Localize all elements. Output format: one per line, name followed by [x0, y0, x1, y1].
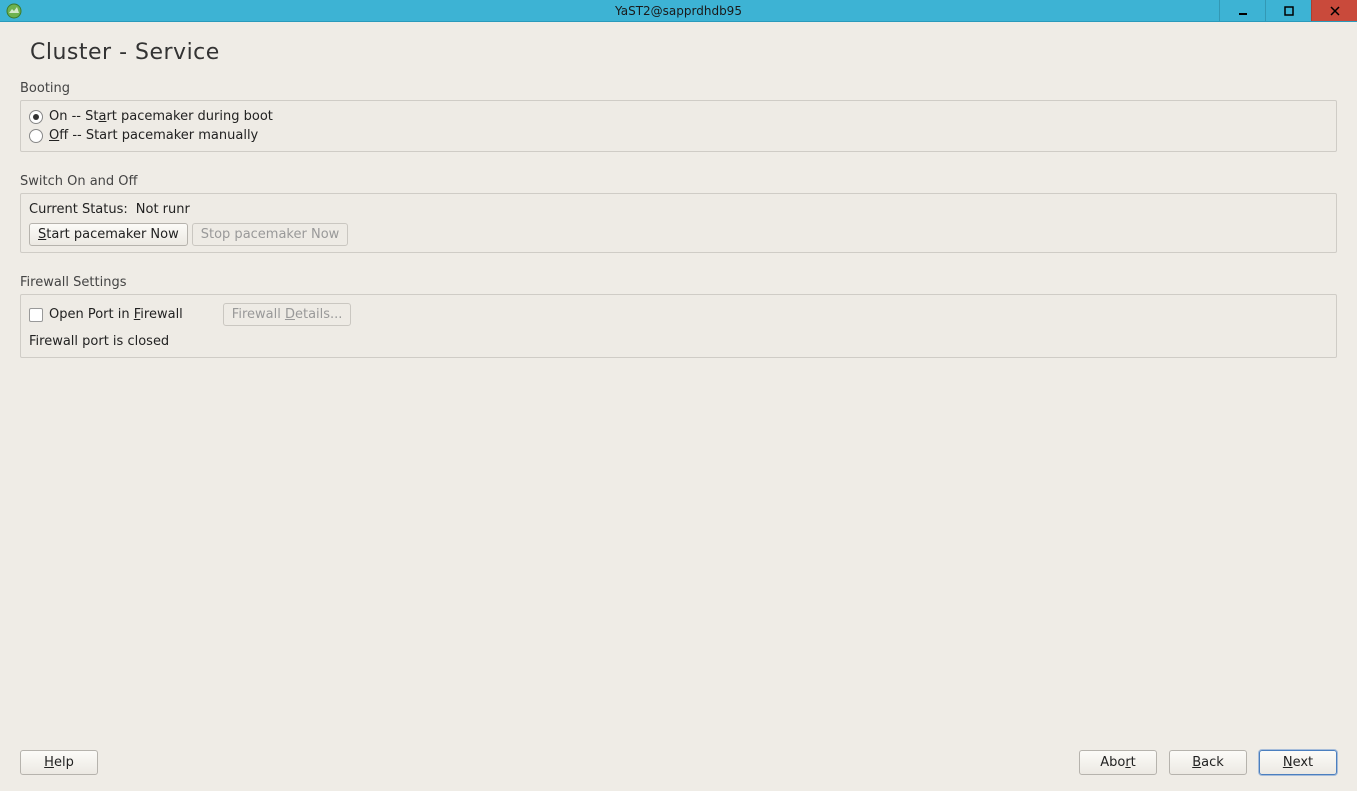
section-label-booting: Booting: [0, 77, 1357, 100]
booting-group: On -- Start pacemaker during boot Off --…: [20, 100, 1337, 152]
next-button[interactable]: Next: [1259, 750, 1337, 775]
close-button[interactable]: [1311, 0, 1357, 21]
checkbox-label: Open Port in Firewall: [49, 307, 183, 322]
abort-button[interactable]: Abort: [1079, 750, 1157, 775]
status-label: Current Status:: [29, 202, 128, 217]
page-title: Cluster - Service: [0, 22, 1357, 77]
firewall-group: Open Port in Firewall Firewall Details..…: [20, 294, 1337, 358]
open-port-checkbox[interactable]: Open Port in Firewall: [29, 307, 183, 322]
firewall-status-text: Firewall port is closed: [29, 328, 1328, 351]
switch-group: Current Status: Not runr Start pacemaker…: [20, 193, 1337, 253]
radio-label: Off -- Start pacemaker manually: [49, 128, 258, 143]
current-status-row: Current Status: Not runr: [29, 200, 1328, 223]
start-pacemaker-button[interactable]: Start pacemaker Now: [29, 223, 188, 246]
app-icon: [6, 3, 22, 19]
radio-booting-on[interactable]: On -- Start pacemaker during boot: [29, 107, 1328, 126]
maximize-button[interactable]: [1265, 0, 1311, 21]
minimize-button[interactable]: [1219, 0, 1265, 21]
stop-pacemaker-button: Stop pacemaker Now: [192, 223, 349, 246]
radio-icon: [29, 129, 43, 143]
section-label-switch: Switch On and Off: [0, 170, 1357, 193]
checkbox-icon: [29, 308, 43, 322]
window-title: YaST2@sapprdhdb95: [615, 4, 742, 18]
status-value: Not runr: [136, 202, 190, 217]
help-button[interactable]: Help: [20, 750, 98, 775]
radio-label: On -- Start pacemaker during boot: [49, 109, 273, 124]
radio-booting-off[interactable]: Off -- Start pacemaker manually: [29, 126, 1328, 145]
window-titlebar: YaST2@sapprdhdb95: [0, 0, 1357, 22]
radio-icon: [29, 110, 43, 124]
footer-bar: Help Abort Back Next: [20, 750, 1337, 775]
firewall-details-button: Firewall Details...: [223, 303, 352, 326]
back-button[interactable]: Back: [1169, 750, 1247, 775]
section-label-firewall: Firewall Settings: [0, 271, 1357, 294]
content-area: Cluster - Service Booting On -- Start pa…: [0, 22, 1357, 791]
window-controls: [1219, 0, 1357, 21]
